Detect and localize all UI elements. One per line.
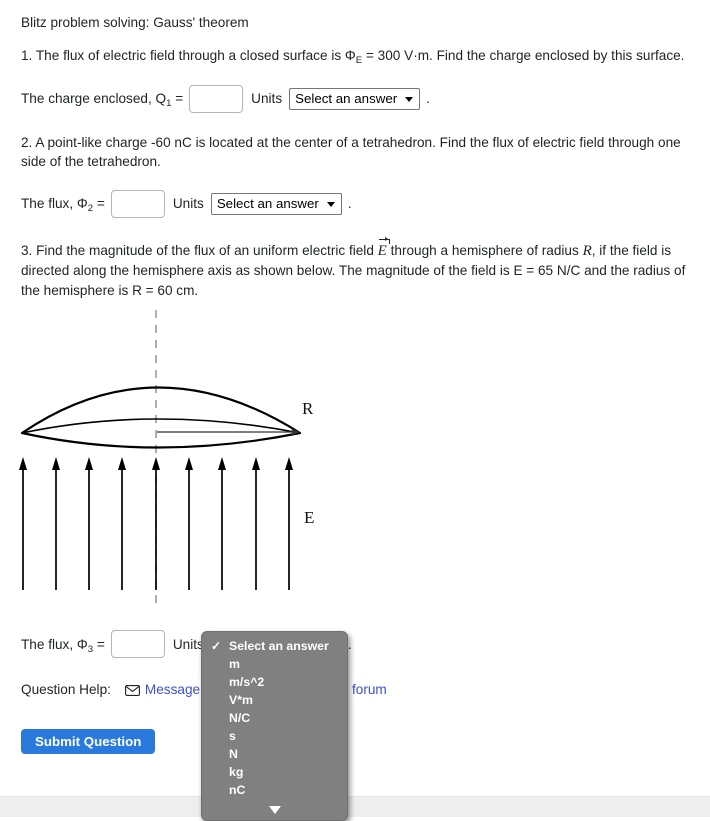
page-title: Blitz problem solving: Gauss' theorem	[21, 15, 249, 30]
answer-1-units-select-wrap[interactable]: Select an answer	[289, 87, 421, 110]
field-arrow	[152, 457, 160, 590]
answer-1-period: .	[426, 91, 430, 106]
question-3-number: 3.	[21, 242, 33, 258]
page-bottom-band	[0, 796, 710, 817]
answer-2-label-sub: 2	[87, 203, 94, 214]
hemisphere-diagram-svg: R E	[19, 310, 314, 605]
answer-1-label-eq: =	[171, 91, 184, 106]
dropdown-option-label: m/s^2	[229, 675, 265, 689]
answer-3-label-eq: =	[93, 636, 105, 652]
field-arrow	[252, 457, 260, 590]
envelope-icon	[124, 684, 140, 696]
hemisphere-field-diagram: R E	[0, 306, 360, 616]
field-arrow	[19, 457, 27, 590]
field-arrow-group	[19, 457, 293, 590]
dropdown-option-label: V*m	[229, 693, 253, 707]
flux-symbol-1: Φ	[344, 48, 356, 63]
base-ellipse-back-arc	[21, 418, 301, 434]
question-help-label: Question Help:	[21, 682, 111, 697]
answer-2-label-prefix: The flux, Φ	[21, 196, 88, 211]
answer-1-label-sub: 1	[166, 98, 172, 109]
answer-row-2: The flux, Φ2 = Units Select an answer .	[21, 189, 686, 218]
message-instructor-link[interactable]: Message	[145, 682, 200, 697]
dropdown-option-m[interactable]: m	[202, 655, 347, 673]
radius-label: R	[302, 399, 314, 418]
question-2-number: 2.	[21, 134, 33, 150]
question-1-text-mid: = 300 V·m. Find the charge enclosed by t…	[362, 48, 685, 63]
dropdown-option-s[interactable]: s	[202, 727, 347, 745]
answer-1-label-prefix: The charge enclosed, Q	[21, 91, 167, 106]
units-dropdown-menu[interactable]: ✓ Select an answer m m/s^2 V*m N/C s N k…	[201, 631, 348, 821]
answer-3-input[interactable]	[110, 630, 165, 658]
question-help-row: Question Help: Message forum	[21, 682, 387, 697]
question-1-text-before: The flux of electric field through a clo…	[35, 48, 345, 63]
field-arrow	[185, 457, 193, 590]
field-arrow	[118, 457, 126, 590]
electric-field-symbol-letter: E	[377, 242, 387, 259]
forum-link[interactable]: forum	[352, 682, 387, 697]
field-arrow	[52, 457, 60, 590]
answer-row-1: The charge enclosed, Q1 = Units Select a…	[21, 84, 686, 113]
answer-1-input[interactable]	[189, 84, 244, 113]
dropdown-option-label: nC	[229, 783, 246, 797]
dropdown-option-m-s2[interactable]: m/s^2	[202, 673, 347, 691]
dropdown-option-label: m	[229, 657, 240, 671]
answer-3-label-prefix: The flux, Φ	[21, 636, 88, 652]
question-2-body: A point-like charge -60 nC is located at…	[21, 134, 681, 170]
dropdown-option-label: s	[229, 729, 236, 743]
dropdown-option-label: kg	[229, 765, 244, 779]
field-arrow	[85, 457, 93, 590]
answer-2-period: .	[347, 196, 352, 211]
triangle-down-icon	[268, 806, 281, 814]
question-content: Blitz problem solving: Gauss' theorem 1.…	[21, 14, 686, 300]
question-1-number: 1.	[21, 48, 33, 63]
field-arrow	[285, 457, 293, 590]
dropdown-option-label: N	[229, 747, 238, 761]
dropdown-option-label: Select an answer	[229, 639, 329, 653]
flux-symbol-1-sub: E	[355, 55, 363, 66]
answer-2-units-select[interactable]: Select an answer	[210, 192, 342, 215]
dropdown-scroll-down-indicator[interactable]	[202, 806, 347, 817]
dropdown-option-n[interactable]: N	[202, 745, 347, 763]
question-2-text: 2. A point-like charge -60 nC is located…	[21, 133, 686, 172]
dropdown-option-nc[interactable]: nC	[202, 781, 347, 799]
answer-2-units-word: Units	[172, 196, 204, 211]
question-3-text: 3. Find the magnitude of the flux of an …	[21, 236, 686, 301]
answer-1-units-select[interactable]: Select an answer	[289, 87, 421, 110]
answer-3-units-word: Units	[172, 636, 204, 652]
dropdown-option-label: N/C	[229, 711, 251, 725]
answer-1-units-word: Units	[251, 91, 283, 106]
dropdown-option-nc-per-c[interactable]: N/C	[202, 709, 347, 727]
field-label: E	[304, 508, 314, 527]
dropdown-option-kg[interactable]: kg	[202, 763, 347, 781]
radius-symbol: R	[582, 242, 592, 259]
answer-2-input[interactable]	[110, 189, 165, 218]
base-ellipse-front-arc	[21, 431, 301, 449]
question-1-text: 1. The flux of electric field through a …	[21, 46, 686, 68]
answer-3-period: .	[347, 636, 352, 652]
dropdown-option-select-an-answer[interactable]: ✓ Select an answer	[202, 637, 347, 655]
answer-2-label: The flux, Φ2 =	[21, 196, 105, 214]
submit-question-button[interactable]: Submit Question	[21, 729, 156, 754]
answer-3-label-sub: 3	[87, 643, 94, 655]
dropdown-option-vm[interactable]: V*m	[202, 691, 347, 709]
electric-field-vector-symbol: E	[377, 236, 388, 262]
answer-2-units-select-wrap[interactable]: Select an answer	[210, 192, 342, 215]
vector-arrow-icon	[384, 236, 388, 241]
question-page: Blitz problem solving: Gauss' theorem 1.…	[0, 0, 710, 821]
question-3-text-a: Find the magnitude of the flux of an uni…	[36, 242, 378, 258]
answer-3-label: The flux, Φ3 =	[21, 636, 105, 655]
field-arrow	[218, 457, 226, 590]
checkmark-icon: ✓	[211, 639, 222, 653]
question-3-text-b: through a hemisphere of radius	[386, 242, 583, 258]
answer-2-label-eq: =	[93, 196, 105, 211]
answer-1-label: The charge enclosed, Q1 =	[21, 91, 184, 109]
